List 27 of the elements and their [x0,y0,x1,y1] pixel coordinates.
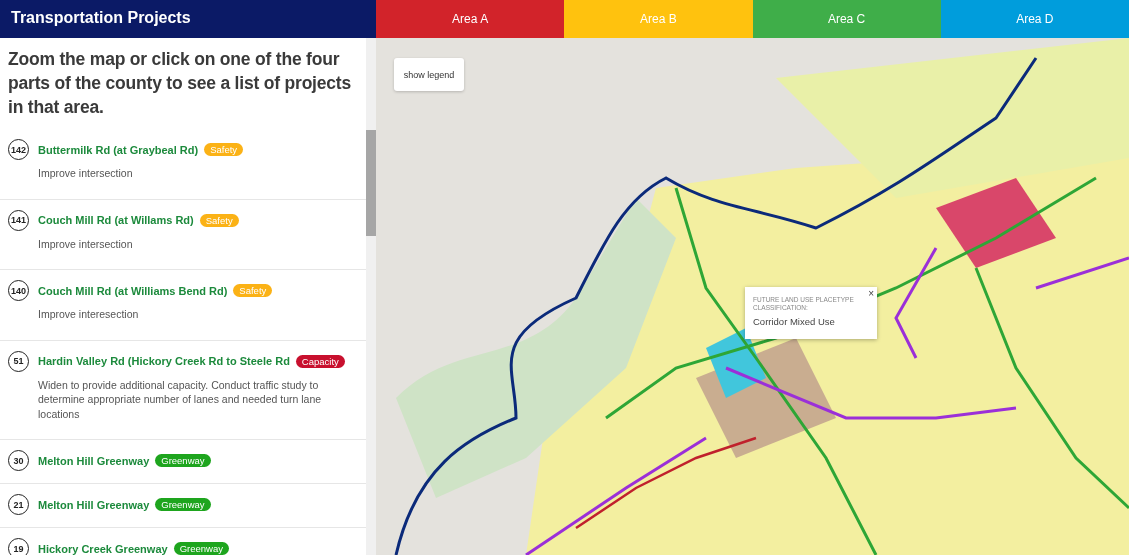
category-tag: Safety [204,143,244,156]
category-tag: Safety [199,213,239,227]
category-tag: Greenway [155,498,211,511]
area-tab[interactable]: Area D [940,0,1129,38]
close-button[interactable]: × [868,288,874,300]
project-name[interactable]: Couch Mill Rd (at Willams Rd) [38,214,194,226]
project-description: Widen to provide additional capacity. Conduct traffic study to determine appropriate number of lanes and needed turn lane locations [38,377,323,421]
project-description: Improve intersection [38,236,134,251]
project-name[interactable]: Buttermilk Rd (at Graybeal Rd) [38,143,199,156]
category-tag: Greenway [173,542,229,555]
show-legend-button[interactable]: show legend [394,58,464,91]
app-title: Transportation Projects [0,0,376,38]
project-name[interactable]: Couch Mill Rd (at Williams Bend Rd) [38,284,228,297]
category-tag: Greenway [155,454,211,467]
project-name[interactable]: Melton Hill Greenway [38,498,150,511]
category-tag: Capacity [295,354,345,368]
scrollbar[interactable] [366,38,376,555]
category-tag: Safety [233,284,273,297]
popup-value: Corridor Mixed Use [753,316,836,327]
project-description: Improve intersection [38,166,134,181]
project-name[interactable]: Melton Hill Greenway [38,454,150,467]
project-name[interactable]: Hardin Valley Rd (Hickory Creek Rd to Steele Rd [38,355,290,367]
area-tab[interactable]: Area C [752,0,941,38]
area-tab[interactable]: Area A [376,0,565,38]
project-description: Improve interesection [38,307,140,322]
intro-text: Zoom the map or click on one of the four parts of the county to see a list of projects in that area. [7,48,352,119]
project-name[interactable]: Hickory Creek Greenway [38,542,168,555]
